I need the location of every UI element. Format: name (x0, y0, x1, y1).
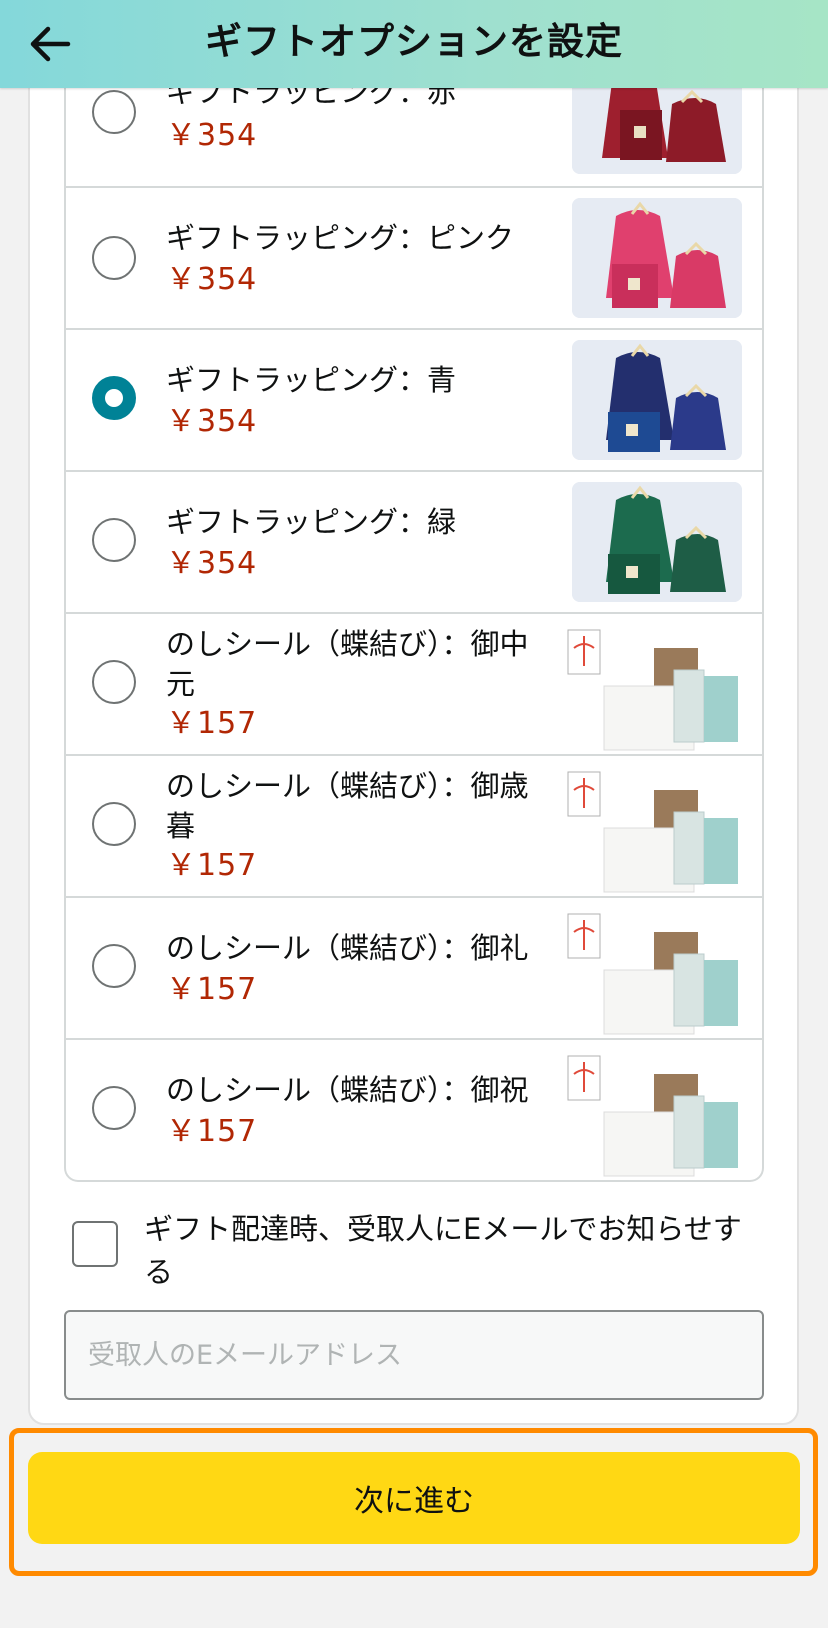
option-label: ギフトラッピング：緑 (166, 505, 457, 539)
option-price: ￥157 (166, 706, 258, 741)
noshi-box-image (566, 626, 746, 756)
gift-bag-blue-image (572, 340, 742, 460)
option-price: ￥157 (166, 848, 258, 883)
radio-button[interactable] (92, 1086, 136, 1130)
option-label: のしシール（蝶結び）：御歳暮 (166, 769, 529, 843)
radio-button[interactable] (92, 802, 136, 846)
option-noshi-ochugen[interactable]: のしシール（蝶結び）：御中元 ￥157 (66, 614, 762, 756)
gift-bag-pink-image (572, 198, 742, 318)
option-price: ￥157 (166, 972, 258, 1007)
noshi-box-image (566, 768, 746, 898)
radio-button-selected[interactable] (92, 376, 136, 420)
option-price: ￥354 (166, 118, 258, 153)
option-gift-wrap-pink[interactable]: ギフトラッピング：ピンク ￥354 (66, 188, 762, 330)
option-gift-wrap-green[interactable]: ギフトラッピング：緑 ￥354 (66, 472, 762, 614)
option-label: のしシール（蝶結び）：御祝 (166, 1073, 529, 1107)
option-gift-wrap-blue[interactable]: ギフトラッピング：青 ￥354 (66, 330, 762, 472)
option-label: のしシール（蝶結び）：御中元 (166, 627, 529, 701)
option-noshi-oseibo[interactable]: のしシール（蝶結び）：御歳暮 ￥157 (66, 756, 762, 898)
radio-button[interactable] (92, 518, 136, 562)
option-price: ￥354 (166, 262, 258, 297)
option-price: ￥157 (166, 1114, 258, 1149)
option-label: ギフトラッピング：ピンク (166, 221, 515, 255)
gift-bag-green-image (572, 482, 742, 602)
recipient-email-input[interactable] (64, 1310, 764, 1400)
page-title: ギフトオプションを設定 (205, 20, 623, 63)
option-noshi-orei[interactable]: のしシール（蝶結び）：御礼 ￥157 (66, 898, 762, 1040)
notify-recipient-row[interactable]: ギフト配達時、受取人にEメールでお知らせする (72, 1212, 772, 1308)
radio-button[interactable] (92, 660, 136, 704)
option-price: ￥354 (166, 404, 258, 439)
option-label: ギフトラッピング：青 (166, 363, 457, 397)
option-label: のしシール（蝶結び）：御礼 (166, 931, 529, 965)
notify-label: ギフト配達時、受取人にEメールでお知らせする (144, 1212, 742, 1289)
option-noshi-oiwai[interactable]: のしシール（蝶結び）：御祝 ￥157 (66, 1040, 762, 1180)
radio-button[interactable] (92, 90, 136, 134)
radio-button[interactable] (92, 944, 136, 988)
app-header: ギフトオプションを設定 (0, 0, 828, 88)
radio-button[interactable] (92, 236, 136, 280)
noshi-box-image (566, 1052, 746, 1180)
next-button[interactable]: 次に進む (28, 1452, 800, 1544)
gift-option-list: ギフトラッピング：赤 ￥354 ギフトラッピング：ピンク ￥354 ギフトラッピ… (64, 46, 764, 1182)
option-price: ￥354 (166, 546, 258, 581)
noshi-box-image (566, 910, 746, 1040)
notify-checkbox[interactable] (72, 1221, 118, 1267)
